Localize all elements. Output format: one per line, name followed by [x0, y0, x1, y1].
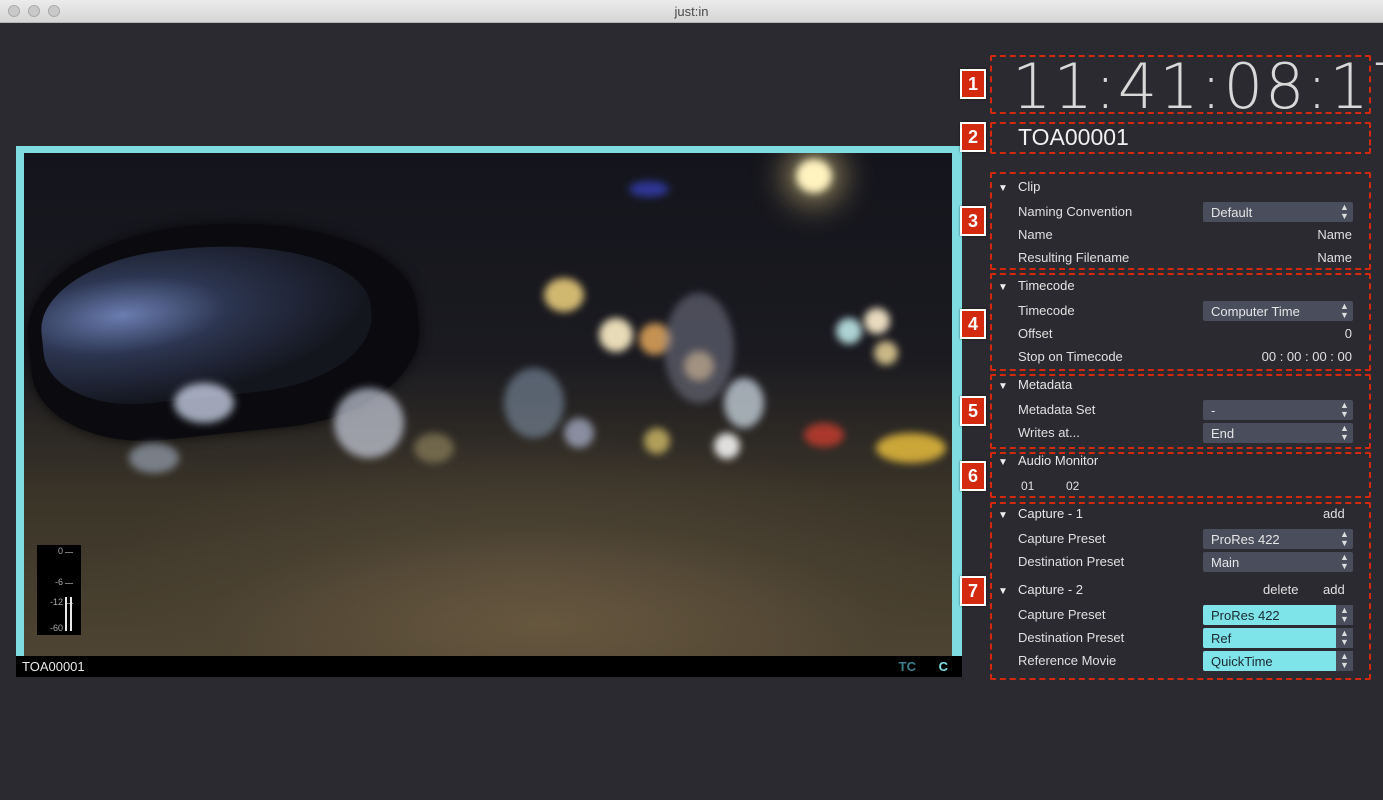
callout-badge: 6 [960, 461, 986, 491]
callout-badge: 5 [960, 396, 986, 426]
window-title: just:in [674, 4, 709, 19]
preview-clip-name: TOA00001 [22, 659, 85, 674]
callout-badge: 2 [960, 122, 986, 152]
callout-box-capture [990, 502, 1371, 680]
callout-badge: 4 [960, 309, 986, 339]
meter-tick-label: -6 [54, 577, 63, 587]
preview-footer: TOA00001 TC C [16, 656, 962, 677]
callout-badge: 7 [960, 576, 986, 606]
meter-bar-channel-1 [65, 597, 67, 631]
callout-badge: 1 [960, 69, 986, 99]
callout-box-clip [990, 172, 1371, 270]
meter-tick-label: -12 [49, 597, 63, 607]
meter-tick-label: -60 [49, 623, 63, 633]
callout-box-metadata [990, 374, 1371, 449]
video-preview[interactable]: 0 -6 -12 -60 TOA00001 TC C [16, 146, 962, 677]
callout-box-timecode [990, 55, 1371, 114]
callout-badge: 3 [960, 206, 986, 236]
meter-tick-line [65, 583, 73, 584]
callout-box-title [990, 122, 1371, 154]
callout-box-audio-monitor [990, 452, 1371, 498]
audio-level-meter: 0 -6 -12 -60 [37, 545, 81, 635]
callout-box-timecode-section [990, 273, 1371, 371]
meter-tick-line [65, 552, 73, 553]
c-indicator[interactable]: C [939, 659, 948, 674]
meter-tick-label: 0 [57, 546, 63, 556]
window-titlebar: just:in [0, 0, 1383, 23]
tc-indicator[interactable]: TC [899, 659, 916, 674]
video-frame [24, 153, 952, 656]
meter-bar-channel-2 [70, 597, 72, 631]
